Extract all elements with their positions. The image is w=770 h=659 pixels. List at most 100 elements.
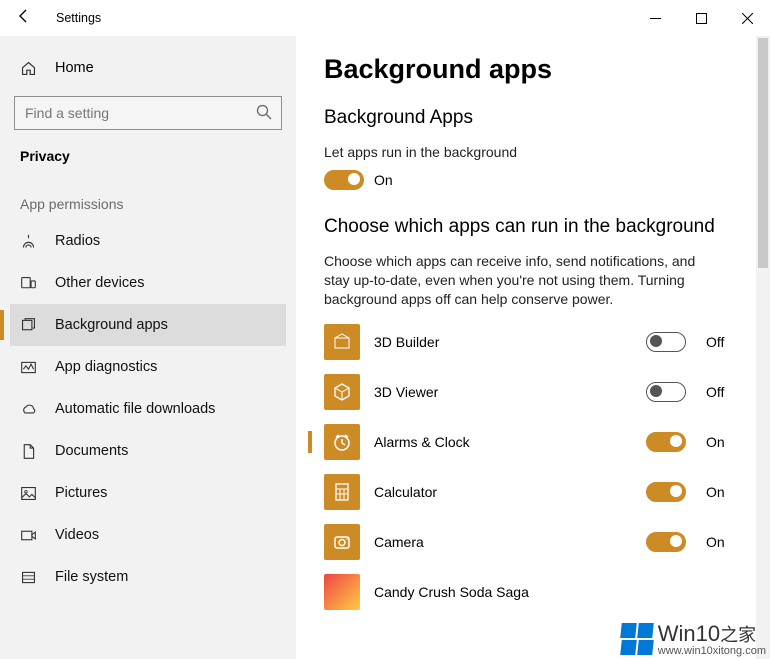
window-controls	[632, 0, 770, 36]
master-label: Let apps run in the background	[324, 143, 704, 162]
scrollbar[interactable]	[756, 36, 770, 659]
app-name: 3D Builder	[374, 334, 439, 350]
app-list: 3D Builder Off 3D Viewer Off Alarms & Clock O…	[324, 317, 742, 617]
nav-list: Radios Other devices Background apps App di…	[10, 220, 286, 598]
sidebar-item-bgapps[interactable]: Background apps	[10, 304, 286, 346]
sidebar-item-fs[interactable]: File system	[10, 556, 286, 598]
sidebar-item-label: Pictures	[55, 485, 286, 501]
content-area: Background apps Background Apps Let apps…	[296, 36, 770, 659]
bgapps-icon	[20, 317, 37, 334]
sidebar-item-label: Other devices	[55, 275, 286, 291]
app-container: Home Privacy App permissions Radios Other…	[0, 36, 770, 659]
back-arrow-icon	[16, 8, 32, 24]
scrollbar-thumb[interactable]	[758, 38, 768, 268]
windows-logo-icon	[620, 622, 654, 656]
app-toggle-state: On	[706, 434, 736, 450]
app-toggle-state: Off	[706, 384, 736, 400]
app-icon	[324, 374, 360, 410]
sidebar-item-label: Background apps	[55, 317, 286, 333]
app-toggle[interactable]	[646, 432, 686, 452]
doc-icon	[20, 443, 37, 460]
app-row: Calculator On	[324, 467, 742, 517]
sidebar-item-label: App diagnostics	[55, 359, 286, 375]
sidebar-item-label: Radios	[55, 233, 286, 249]
app-name: 3D Viewer	[374, 384, 438, 400]
maximize-button[interactable]	[678, 0, 724, 36]
app-toggle-wrap: Off	[646, 332, 742, 352]
app-toggle[interactable]	[646, 532, 686, 552]
sidebar-item-label: Automatic file downloads	[55, 401, 286, 417]
app-row: Alarms & Clock On	[324, 417, 742, 467]
app-row: 3D Viewer Off	[324, 367, 742, 417]
minimize-button[interactable]	[632, 0, 678, 36]
app-row: 3D Builder Off	[324, 317, 742, 367]
search-wrapper	[14, 96, 282, 130]
app-toggle[interactable]	[646, 382, 686, 402]
app-toggle-state: On	[706, 484, 736, 500]
vid-icon	[20, 527, 37, 544]
group-label: App permissions	[10, 192, 286, 220]
app-icon	[324, 474, 360, 510]
choose-desc: Choose which apps can receive info, send…	[324, 252, 704, 309]
diag-icon	[20, 359, 37, 376]
sidebar-item-diag[interactable]: App diagnostics	[10, 346, 286, 388]
selection-indicator	[308, 431, 312, 453]
pic-icon	[20, 485, 37, 502]
home-button[interactable]: Home	[10, 48, 286, 88]
master-toggle-row: On	[324, 170, 742, 190]
sidebar-item-label: Videos	[55, 527, 286, 543]
app-toggle-wrap: Off	[646, 382, 742, 402]
app-toggle-wrap: On	[646, 532, 742, 552]
home-icon	[20, 60, 37, 77]
choose-title: Choose which apps can run in the backgro…	[324, 216, 742, 238]
titlebar: Settings	[0, 0, 770, 36]
fs-icon	[20, 569, 37, 586]
app-toggle-wrap: On	[646, 482, 742, 502]
minimize-icon	[650, 13, 661, 24]
app-row: Candy Crush Soda Saga	[324, 567, 742, 617]
close-button[interactable]	[724, 0, 770, 36]
watermark-url: www.win10xitong.com	[658, 645, 766, 657]
app-toggle[interactable]	[646, 332, 686, 352]
sidebar: Home Privacy App permissions Radios Other…	[0, 36, 296, 659]
sidebar-item-doc[interactable]: Documents	[10, 430, 286, 472]
app-name: Camera	[374, 534, 424, 550]
home-label: Home	[55, 60, 94, 76]
app-icon	[324, 574, 360, 610]
app-icon	[324, 324, 360, 360]
devices-icon	[20, 275, 37, 292]
watermark: Win10之家 www.win10xitong.com	[620, 621, 766, 657]
app-toggle-wrap: On	[646, 432, 742, 452]
page-title: Background apps	[324, 54, 742, 85]
sub-title: Background Apps	[324, 107, 742, 129]
watermark-suffix: 之家	[720, 625, 756, 645]
master-toggle-state: On	[374, 172, 393, 188]
sidebar-item-cloud[interactable]: Automatic file downloads	[10, 388, 286, 430]
app-icon	[324, 524, 360, 560]
sidebar-item-devices[interactable]: Other devices	[10, 262, 286, 304]
section-title: Privacy	[10, 146, 286, 164]
app-row: Camera On	[324, 517, 742, 567]
app-name: Candy Crush Soda Saga	[374, 584, 529, 600]
maximize-icon	[696, 13, 707, 24]
sidebar-item-label: Documents	[55, 443, 286, 459]
cloud-icon	[20, 401, 37, 418]
sidebar-item-radios[interactable]: Radios	[10, 220, 286, 262]
window-title: Settings	[42, 11, 101, 25]
app-toggle-state: On	[706, 534, 736, 550]
search-icon	[256, 104, 272, 120]
sidebar-item-label: File system	[55, 569, 286, 585]
master-toggle[interactable]	[324, 170, 364, 190]
app-toggle-state: Off	[706, 334, 736, 350]
app-icon	[324, 424, 360, 460]
sidebar-item-vid[interactable]: Videos	[10, 514, 286, 556]
back-button[interactable]	[6, 8, 42, 29]
sidebar-item-pic[interactable]: Pictures	[10, 472, 286, 514]
app-toggle[interactable]	[646, 482, 686, 502]
close-icon	[742, 13, 753, 24]
radios-icon	[20, 233, 37, 250]
app-name: Alarms & Clock	[374, 434, 470, 450]
search-input[interactable]	[14, 96, 282, 130]
watermark-brand: Win10	[658, 621, 720, 646]
app-name: Calculator	[374, 484, 437, 500]
